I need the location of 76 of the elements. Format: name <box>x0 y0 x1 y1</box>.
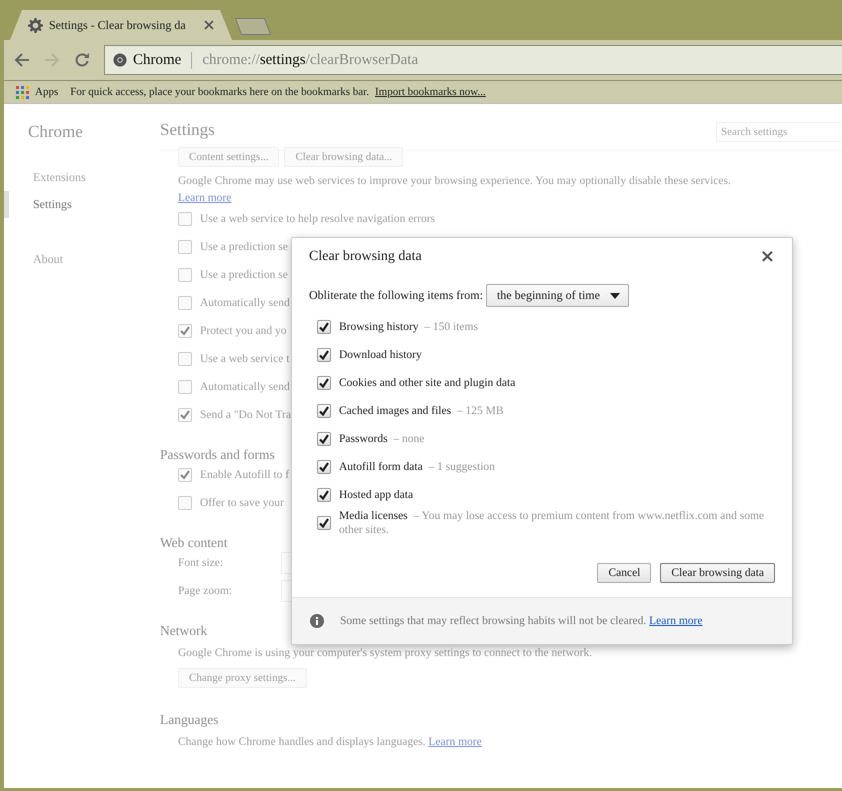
info-icon <box>310 614 324 628</box>
learn-more-link[interactable]: Learn more <box>649 615 702 627</box>
checkbox-label: Autofill form data – 1 suggestion <box>339 460 496 474</box>
checkbox[interactable] <box>178 268 192 282</box>
checkbox-label: Cookies and other site and plugin data <box>339 376 516 390</box>
field-label: Page zoom: <box>178 585 233 597</box>
checkbox-label: Send a "Do Not Tra <box>200 409 291 421</box>
checkbox[interactable] <box>317 460 331 474</box>
clear-data-button[interactable]: Clear browsing data <box>660 563 775 583</box>
site-label: Chrome <box>133 52 192 68</box>
range-label: Obliterate the following items from: <box>309 288 483 303</box>
checkbox[interactable] <box>178 496 192 510</box>
checkbox-label: Protect you and yo <box>200 325 287 337</box>
checkbox-label: Cached images and files – 125 MB <box>339 404 504 418</box>
checkbox-label: Hosted app data <box>339 488 414 502</box>
checkbox[interactable] <box>317 320 331 334</box>
sidebar-item[interactable]: Settings <box>4 191 160 218</box>
checkbox-label: Use a web service to help resolve navigation errors <box>200 213 436 225</box>
checkbox-label: Use a prediction se <box>200 241 288 253</box>
section-title: Passwords and forms <box>160 447 275 463</box>
checkbox-label: Passwords – none <box>339 432 426 446</box>
checkbox-label: Media licenses – You may lose access to premium content from www.netflix.com and some other sites. <box>339 509 765 537</box>
section-title: Languages <box>160 712 218 728</box>
checkbox-label: Enable Autofill to f <box>200 469 290 481</box>
close-button[interactable]: × <box>760 248 775 266</box>
checkbox-label: Use a prediction se <box>200 269 288 281</box>
checkbox-label: Download history <box>339 348 423 362</box>
dialog-title: Clear browsing data <box>309 249 422 265</box>
checkbox-label: Offer to save your <box>200 497 284 509</box>
chrome-logo-icon <box>113 53 127 67</box>
checkbox[interactable] <box>178 212 192 226</box>
checkbox[interactable] <box>178 352 192 366</box>
checkbox-label: Browsing history – 150 items <box>339 320 479 334</box>
back-icon[interactable] <box>14 52 30 68</box>
bookmarks-hint: For quick access, place your bookmarks here on the bookmarks bar. <box>70 86 369 98</box>
checkbox[interactable] <box>317 348 331 362</box>
field-label: Font size: <box>178 557 224 569</box>
checkbox[interactable] <box>178 296 192 310</box>
checkbox[interactable] <box>317 404 331 418</box>
section-title: Network <box>160 623 208 639</box>
apps-shortcut[interactable]: Apps <box>35 86 58 98</box>
checkbox-label: Automatically send <box>200 381 290 393</box>
checkbox[interactable] <box>317 516 331 530</box>
network-description: Google Chrome is using your computer's system proxy settings to connect to the network. <box>178 646 594 661</box>
checkbox[interactable] <box>317 432 331 446</box>
checkbox[interactable] <box>178 240 192 254</box>
checkbox-label: Automatically send <box>200 297 290 309</box>
import-bookmarks-link[interactable]: Import bookmarks now... <box>374 86 486 98</box>
time-range-dropdown[interactable]: the beginning of time <box>486 284 629 307</box>
url-text: chrome://settings/clearBrowserData <box>201 52 418 68</box>
section-title: Web content <box>160 535 228 551</box>
learn-more-link[interactable]: Learn more <box>428 736 482 748</box>
search-field[interactable]: Search settings <box>716 122 842 142</box>
checkbox-label: Use a web service t <box>200 353 290 365</box>
reload-icon[interactable] <box>74 52 90 68</box>
checkbox[interactable] <box>178 380 192 394</box>
checkbox[interactable] <box>178 468 192 482</box>
footer-note: Some settings that may reflect browsing habits will not be cleared. Learn more <box>340 615 702 627</box>
cancel-button[interactable]: Cancel <box>597 563 652 583</box>
apps-grid-icon[interactable] <box>16 86 29 98</box>
page-title: Settings <box>160 120 215 140</box>
learn-more-link[interactable]: Learn more <box>178 192 232 204</box>
privacy-description: Google Chrome may use web services to improve your browsing experience. You may optionally disable these services. Learn more <box>178 174 732 206</box>
address-bar[interactable]: Chrome chrome://settings/clearBrowserData <box>104 45 842 75</box>
checkbox[interactable] <box>317 376 331 390</box>
sidebar-title: Chrome <box>27 122 84 142</box>
checkbox[interactable] <box>178 408 192 422</box>
gear-icon <box>28 18 43 32</box>
checkbox[interactable] <box>178 324 192 338</box>
checkbox[interactable] <box>317 488 331 502</box>
languages-description: Change how Chrome handles and displays languages. Learn more <box>178 735 483 750</box>
close-icon[interactable] <box>204 20 214 30</box>
caret-icon <box>610 292 620 298</box>
tab-title: Settings - Clear browsing da <box>49 18 187 32</box>
browser-tab[interactable]: Settings - Clear browsing da <box>10 10 232 40</box>
new-tab-button[interactable] <box>234 18 272 35</box>
